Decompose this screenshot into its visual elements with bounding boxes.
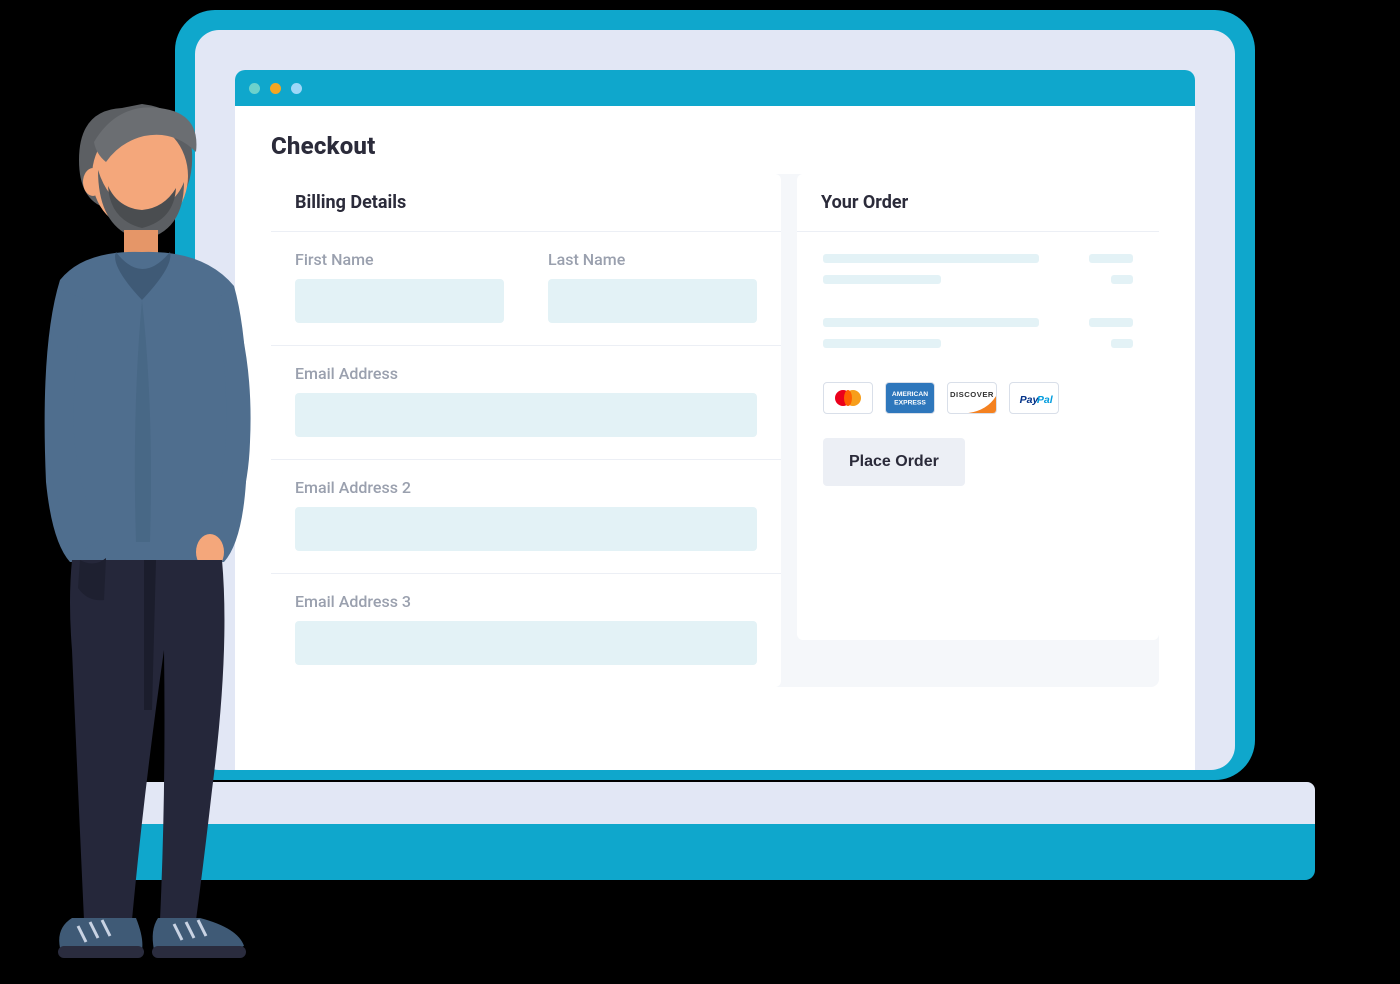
email3-input[interactable] (295, 621, 757, 665)
order-price-skeleton-icon (1111, 339, 1133, 348)
billing-name-block: First Name Last Name (271, 232, 781, 346)
page-title: Checkout (271, 132, 1159, 160)
svg-text:Pal: Pal (1037, 394, 1054, 406)
email2-label: Email Address 2 (295, 478, 757, 497)
order-price-skeleton-icon (1111, 275, 1133, 284)
svg-text:EXPRESS: EXPRESS (894, 400, 926, 407)
mastercard-icon[interactable] (823, 382, 873, 414)
laptop-screen-bezel: Checkout Billing Details First Name (195, 30, 1235, 770)
order-price-skeleton-icon (1089, 254, 1133, 263)
window-control-maximize-icon[interactable] (291, 83, 302, 94)
email-input[interactable] (295, 393, 757, 437)
billing-email3-block: Email Address 3 (271, 574, 781, 687)
order-line-item (823, 254, 1133, 284)
svg-text:DISCOVER: DISCOVER (950, 390, 994, 399)
american-express-icon[interactable]: AMERICAN EXPRESS (885, 382, 935, 414)
checkout-page: Checkout Billing Details First Name (235, 106, 1195, 770)
person-illustration-icon (24, 90, 264, 972)
last-name-input[interactable] (548, 279, 757, 323)
billing-title: Billing Details (271, 174, 781, 232)
first-name-field-group: First Name (295, 250, 504, 323)
last-name-label: Last Name (548, 250, 757, 269)
last-name-field-group: Last Name (548, 250, 757, 323)
paypal-icon[interactable]: PayPal (1009, 382, 1059, 414)
order-body: AMERICAN EXPRESS DISCOVER PayPal (797, 232, 1159, 640)
svg-text:AMERICAN: AMERICAN (892, 391, 928, 398)
order-item-skeleton-icon (823, 318, 1039, 327)
billing-panel: Billing Details First Name Last Name (271, 174, 781, 687)
discover-icon[interactable]: DISCOVER (947, 382, 997, 414)
order-panel: Your Order (797, 174, 1159, 687)
payment-methods: AMERICAN EXPRESS DISCOVER PayPal (823, 382, 1133, 414)
order-price-skeleton-icon (1089, 318, 1133, 327)
checkout-body: Billing Details First Name Last Name (271, 174, 1159, 687)
email-label: Email Address (295, 364, 757, 383)
email2-input[interactable] (295, 507, 757, 551)
laptop-base (120, 782, 1315, 880)
billing-email-block: Email Address (271, 346, 781, 460)
order-item-skeleton-icon (823, 339, 941, 348)
email3-label: Email Address 3 (295, 592, 757, 611)
place-order-button[interactable]: Place Order (823, 438, 965, 486)
window-titlebar (235, 70, 1195, 106)
order-item-skeleton-icon (823, 254, 1039, 263)
window-control-minimize-icon[interactable] (270, 83, 281, 94)
order-title: Your Order (797, 174, 1159, 232)
first-name-label: First Name (295, 250, 504, 269)
order-line-item (823, 318, 1133, 348)
billing-email2-block: Email Address 2 (271, 460, 781, 574)
laptop-frame: Checkout Billing Details First Name (175, 10, 1255, 780)
first-name-input[interactable] (295, 279, 504, 323)
order-item-skeleton-icon (823, 275, 941, 284)
browser-window: Checkout Billing Details First Name (235, 70, 1195, 770)
